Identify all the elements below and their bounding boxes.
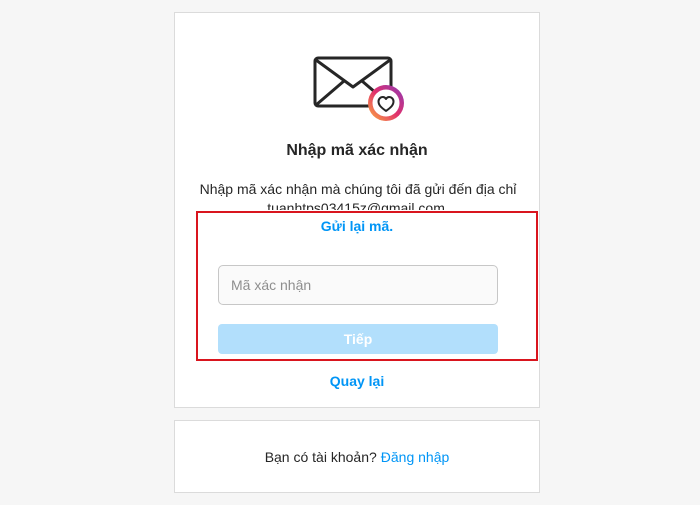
resend-code-link[interactable]: Gửi lại mã. <box>175 218 539 234</box>
login-card: Bạn có tài khoản? Đăng nhập <box>174 420 540 493</box>
login-link[interactable]: Đăng nhập <box>381 449 450 465</box>
login-prompt-text: Bạn có tài khoản? <box>264 448 377 465</box>
confirmation-code-input[interactable] <box>218 265 498 305</box>
instruction-text: Nhập mã xác nhận mà chúng tôi đã gửi đến… <box>199 181 517 210</box>
envelope-heart-icon <box>311 55 407 135</box>
page-title: Nhập mã xác nhận <box>286 142 428 159</box>
confirmation-card: Nhập mã xác nhận Nhập mã xác nhận mà chú… <box>174 12 540 408</box>
back-link[interactable]: Quay lại <box>175 373 539 389</box>
next-button[interactable]: Tiếp <box>218 324 498 354</box>
